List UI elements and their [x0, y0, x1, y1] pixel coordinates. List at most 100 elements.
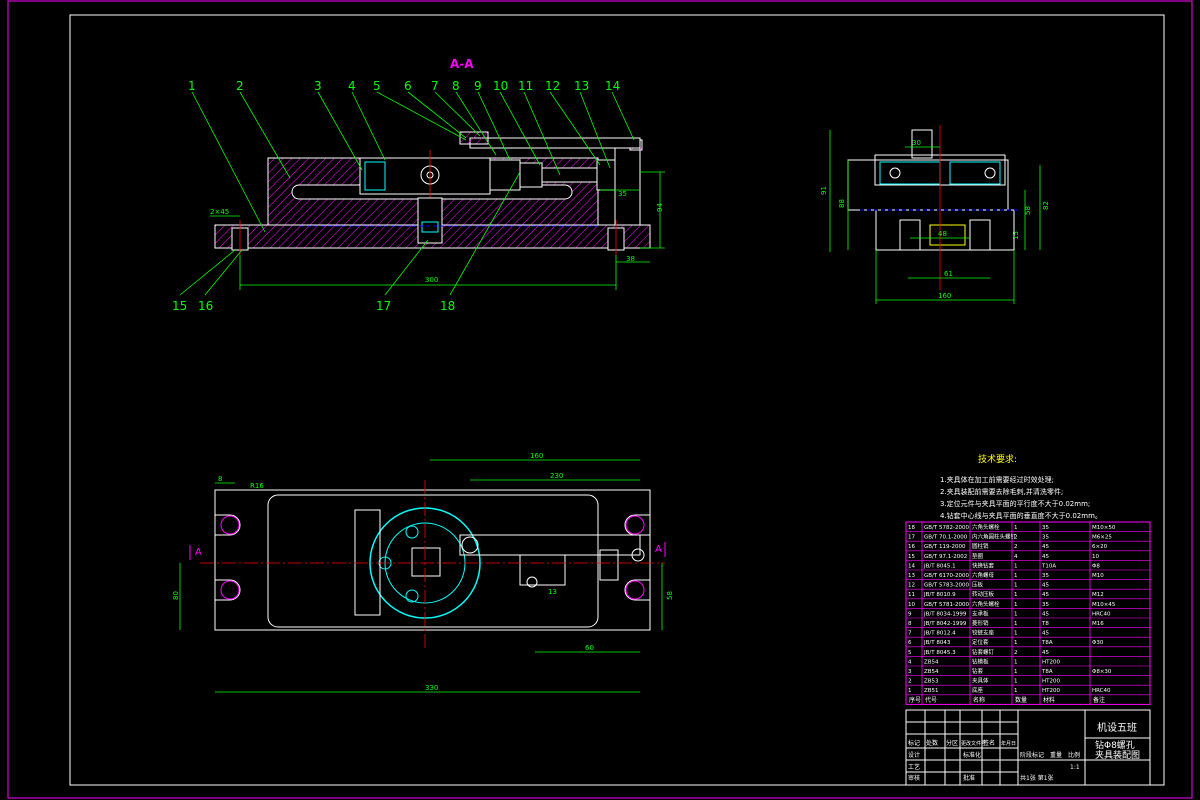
title-block: 机设五班 钻Φ8螺孔 夹具装配图 标记 处数 分区 更改文件号 签名 年月日 设…: [905, 709, 1151, 786]
housing: [359, 157, 491, 195]
bom-cell: GB/T 6170-2000: [924, 573, 969, 579]
svg-text:重量: 重量: [1050, 751, 1062, 759]
bom-cell: 14: [908, 563, 915, 569]
svg-text:设计: 设计: [908, 751, 920, 759]
bom-cell: ZB54: [924, 669, 939, 675]
side-view: 91 88 82 58 15 30 48 61 160: [820, 125, 1050, 304]
bom-cell: 35: [1042, 535, 1049, 541]
bom-cell: Φ30: [1092, 640, 1104, 646]
bom-cell: 钻套: [972, 667, 984, 675]
bom-cell: 18: [908, 525, 915, 531]
bom-cell: 1: [1014, 592, 1018, 598]
bom-table: 18 GB/T 5782-2000 六角头螺栓 1 35 M10×5017 GB/T 70.…: [905, 521, 1151, 705]
bom-cell: 1: [1014, 631, 1018, 637]
bom-cell: JB/T 8045.1: [923, 563, 956, 569]
part-number: 12: [545, 79, 560, 93]
bom-cell: Φ8: [1092, 563, 1100, 569]
bom-cell: 5: [908, 650, 912, 656]
bom-cell: T8A: [1041, 669, 1053, 675]
right-support: [614, 144, 641, 226]
bom-cell: ZB51: [924, 688, 939, 694]
svg-text:35: 35: [618, 190, 627, 198]
bom-cell: 支承板: [972, 609, 989, 617]
part-number: 17: [376, 299, 391, 313]
svg-text:共1张 第1张: 共1张 第1张: [1020, 774, 1054, 782]
bom-cell: GB/T 70.1-2000: [924, 535, 968, 541]
bom-cell: 17: [908, 535, 915, 541]
svg-text:13: 13: [548, 588, 557, 596]
tech-requirements: 技术要求: 1.夹具体在加工前需要经过时效处理; 2.夹具装配前需要去除毛刺,并…: [940, 453, 1102, 520]
bom-cell: 六角螺母: [972, 571, 995, 579]
part-number: 8: [452, 79, 460, 93]
bom-cell: GB/T 119-2000: [924, 544, 966, 550]
part-number: 1: [188, 79, 196, 93]
svg-text:230: 230: [550, 472, 563, 480]
bom-cell: ZB53: [924, 679, 939, 685]
svg-text:61: 61: [944, 270, 953, 278]
center-stem: [417, 197, 443, 244]
clamp-arm: [459, 534, 641, 556]
bom-cell: 2: [1014, 535, 1018, 541]
bom-cell: T8A: [1041, 640, 1053, 646]
bom-cell: 11: [908, 592, 915, 598]
bom-cell: HT200: [1042, 679, 1060, 685]
svg-text:8: 8: [218, 475, 222, 483]
bom-cell: 2: [908, 679, 912, 685]
part-number: 10: [493, 79, 508, 93]
bom-cell: 1: [1014, 640, 1018, 646]
svg-text:比例: 比例: [1068, 751, 1080, 759]
svg-text:88: 88: [838, 199, 846, 208]
bom-cell: 2: [1014, 544, 1018, 550]
bom-cell: 1: [1014, 573, 1018, 579]
bom-header-cell: 代号: [925, 696, 937, 704]
bom-cell: 35: [1042, 602, 1049, 608]
bom-cell: 1: [1014, 583, 1018, 589]
shaft: [489, 159, 521, 191]
svg-text:A: A: [655, 544, 662, 555]
drawing-title: 钻Φ8螺孔: [1095, 739, 1135, 751]
bom-cell: 垫圈: [972, 552, 984, 560]
svg-text:38: 38: [626, 255, 635, 263]
svg-text:年月日: 年月日: [1001, 740, 1016, 747]
svg-text:工艺: 工艺: [908, 763, 920, 771]
bom-cell: 转动压板: [972, 590, 995, 598]
part-number: 4: [348, 79, 356, 93]
bom-cell: 45: [1042, 650, 1049, 656]
svg-text:48: 48: [938, 230, 947, 238]
bom-cell: M12: [1092, 592, 1104, 598]
bom-cell: JB/T 8042-1999: [923, 621, 967, 627]
drawing-title: 夹具装配图: [1095, 749, 1140, 761]
bom-cell: M10: [1092, 573, 1104, 579]
bom-cell: 9: [908, 611, 912, 617]
svg-text:处数: 处数: [926, 739, 938, 747]
svg-text:30: 30: [912, 139, 921, 147]
bom-cell: 1: [908, 688, 912, 694]
bom-cell: 1: [1014, 621, 1018, 627]
tech-line: 1.夹具体在加工前需要经过时效处理;: [940, 475, 1054, 484]
bom-cell: 1: [1014, 563, 1018, 569]
bom-cell: 6×20: [1092, 544, 1108, 550]
svg-text:分区: 分区: [946, 739, 958, 747]
svg-text:15: 15: [1012, 231, 1020, 240]
bom-cell: 45: [1042, 611, 1049, 617]
part-number: 16: [198, 299, 213, 313]
bom-cell: 4: [908, 659, 912, 665]
svg-text:标记: 标记: [908, 739, 920, 747]
bom-cell: 45: [1042, 583, 1049, 589]
bom-cell: 45: [1042, 544, 1049, 550]
svg-text:91: 91: [820, 186, 828, 195]
part-number: 7: [431, 79, 439, 93]
bom-cell: JB/T 8043: [923, 640, 951, 646]
bom-cell: 35: [1042, 573, 1049, 579]
bom-cell: 快换钻套: [972, 561, 995, 569]
bom-cell: 六角头螺栓: [972, 600, 1000, 608]
bom-cell: 3: [908, 669, 912, 675]
bom-cell: 1: [1014, 688, 1018, 694]
svg-text:80: 80: [172, 591, 180, 600]
school-name: 机设五班: [1097, 721, 1137, 734]
bom-cell: 夹具体: [972, 677, 989, 685]
bom-cell: 35: [1042, 525, 1049, 531]
bom-cell: T8: [1041, 621, 1049, 627]
bom-header-cell: 材料: [1043, 696, 1055, 704]
bom-cell: 7: [908, 631, 912, 637]
